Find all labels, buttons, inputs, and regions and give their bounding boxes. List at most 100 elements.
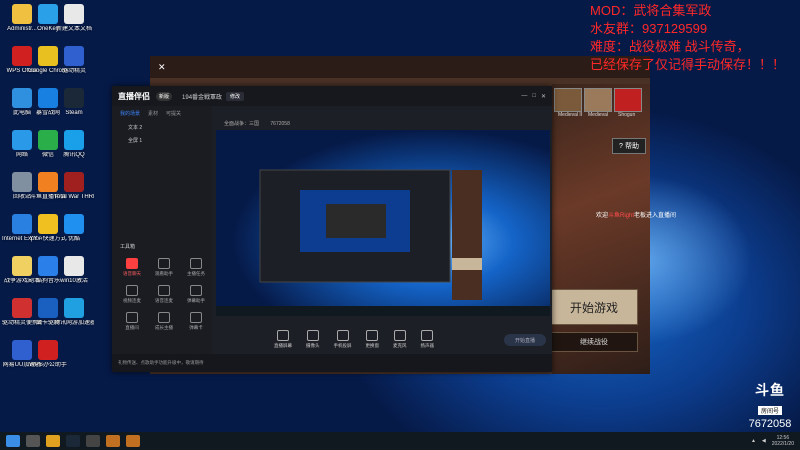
desktop-icon[interactable]: 新建文本文档 bbox=[54, 4, 94, 33]
desktop-icon[interactable]: WPS办公助手 bbox=[28, 340, 68, 369]
tool-label: 主播任务 bbox=[187, 271, 205, 276]
tool-item[interactable]: 视频连麦 bbox=[116, 285, 148, 304]
douyu-taskbar-icon[interactable] bbox=[106, 435, 120, 447]
preview-desktop-graphic bbox=[216, 130, 550, 316]
app-icon bbox=[64, 130, 84, 150]
douyu-taskbar-icon-2[interactable] bbox=[126, 435, 140, 447]
tool-icon bbox=[126, 312, 138, 323]
tool-icon bbox=[190, 285, 202, 296]
control-button[interactable]: 麦克风 bbox=[393, 329, 407, 349]
scene-item[interactable]: 文本 2 bbox=[112, 121, 212, 134]
network-icon[interactable]: ▲ bbox=[751, 438, 756, 444]
tool-icon bbox=[158, 312, 170, 323]
background-window-titlebar: ✕ bbox=[150, 56, 650, 78]
desktop-icon[interactable]: 驱动精灵 bbox=[54, 46, 94, 75]
game-thumb-2[interactable] bbox=[614, 88, 642, 112]
control-button[interactable]: 摄像头 bbox=[306, 329, 320, 349]
control-button[interactable]: 扬声器 bbox=[421, 329, 434, 349]
tab-my-scenes[interactable]: 我的场景 bbox=[120, 110, 140, 117]
chat-user: 斗鱼Right bbox=[608, 213, 635, 219]
desktop-icon-label: WPS办公助手 bbox=[29, 362, 67, 368]
app-icon bbox=[64, 298, 84, 318]
help-button[interactable]: ? 帮助 bbox=[612, 138, 646, 154]
app-titlebar: 直播伴侣 新版 194番金戦軍政 修改 — □ ✕ bbox=[112, 86, 552, 106]
tool-icon bbox=[190, 312, 202, 323]
control-label: 麦克风 bbox=[393, 342, 407, 348]
system-tray: ▲ ◀ 12:56 2022/1/20 bbox=[751, 435, 794, 447]
control-button[interactable]: 更换窗 bbox=[366, 329, 379, 349]
tool-icon bbox=[190, 258, 202, 269]
file-explorer-icon[interactable] bbox=[46, 435, 60, 447]
control-label: 直播屏幕 bbox=[274, 342, 292, 348]
control-button[interactable]: 直播屏幕 bbox=[274, 329, 292, 349]
tool-item[interactable]: 主播任务 bbox=[180, 258, 212, 277]
game-thumb-label-3: Shogun bbox=[618, 112, 636, 118]
tool-item[interactable]: 直播间 bbox=[116, 312, 148, 331]
tool-item[interactable]: 观看助手 bbox=[148, 258, 180, 277]
desktop-icon[interactable]: 腾讯网游加速器 bbox=[54, 298, 94, 327]
continue-campaign-button[interactable]: 继续战役 bbox=[550, 332, 638, 352]
overlay-mod-line: MOD：武将合集军政 bbox=[590, 3, 712, 18]
scene-item[interactable]: 全屏 1 bbox=[112, 134, 212, 147]
control-label: 摄像头 bbox=[306, 342, 320, 348]
app-icon bbox=[38, 340, 58, 360]
room-id: 7672058 bbox=[270, 121, 290, 127]
tool-item[interactable]: 语音连麦 bbox=[148, 285, 180, 304]
category-label[interactable]: 全面战争：三国 bbox=[224, 121, 259, 127]
status-message: 礼物传送、点歌助手功能升级中，敬请期待 bbox=[118, 360, 204, 365]
desktop-icon-label: 腾讯QQ bbox=[63, 152, 85, 158]
control-icon bbox=[393, 329, 406, 341]
control-button[interactable]: 手机投屏 bbox=[333, 329, 352, 349]
help-label: 帮助 bbox=[624, 143, 639, 150]
tool-item[interactable]: 弹幕助手 bbox=[180, 285, 212, 304]
edit-title-button[interactable]: 修改 bbox=[226, 91, 245, 101]
taskbar: ▲ ◀ 12:56 2022/1/20 bbox=[0, 432, 800, 450]
overlay-group-line: 水友群：937129599 bbox=[590, 21, 708, 36]
desktop-icon[interactable]: win10激活 bbox=[54, 256, 94, 285]
desktop-icon[interactable]: 优酷 bbox=[54, 214, 94, 243]
close-icon[interactable]: ✕ bbox=[541, 93, 546, 100]
game-taskbar-icon[interactable] bbox=[86, 435, 100, 447]
app-icon bbox=[64, 4, 84, 24]
clock[interactable]: 12:56 2022/1/20 bbox=[772, 435, 794, 447]
desktop-icon-label: 腾讯网游加速器 bbox=[54, 320, 94, 326]
start-icon[interactable] bbox=[6, 435, 20, 447]
tab-extra[interactable]: 可提关 bbox=[166, 110, 181, 117]
tool-label: 语音连麦 bbox=[155, 298, 173, 303]
toolbox-grid: 语音聊天 观看助手 主播任务视频连麦 语音连麦 弹幕助手直播间 成长主播 弹幕卡 bbox=[116, 258, 212, 331]
tool-item[interactable]: 语音聊天 bbox=[116, 258, 148, 277]
version-badge[interactable]: 新版 bbox=[156, 91, 173, 101]
steam-taskbar-icon[interactable] bbox=[66, 435, 80, 447]
game-thumb-label-2: Medieval bbox=[588, 112, 609, 118]
control-icon bbox=[336, 329, 349, 341]
tool-label: 弹幕助手 bbox=[187, 298, 205, 303]
control-label: 手机投屏 bbox=[333, 342, 352, 348]
minimize-icon[interactable]: — bbox=[521, 93, 527, 100]
toolbox-header: 工具箱 bbox=[120, 244, 136, 250]
chat-prefix: 欢迎 bbox=[596, 213, 609, 219]
game-thumb-0[interactable] bbox=[554, 88, 582, 112]
volume-icon[interactable]: ◀ bbox=[762, 438, 766, 444]
tool-item[interactable]: 弹幕卡 bbox=[180, 312, 212, 331]
maximize-icon[interactable]: □ bbox=[532, 93, 536, 100]
desktop-icon[interactable]: Steam bbox=[54, 88, 94, 117]
start-game-button[interactable]: 开始游戏 bbox=[550, 289, 638, 325]
app-icon bbox=[64, 256, 84, 276]
game-thumb-1[interactable] bbox=[584, 88, 612, 112]
desktop-icon[interactable]: 腾讯QQ bbox=[54, 130, 94, 159]
stream-preview bbox=[216, 130, 550, 316]
window-controls: — □ ✕ bbox=[521, 93, 546, 100]
app-icon bbox=[64, 88, 84, 108]
go-live-button[interactable]: 开始直播 bbox=[504, 334, 546, 346]
desktop-icon[interactable]: Total War THREE KI... bbox=[54, 172, 94, 201]
tool-item[interactable]: 成长主播 bbox=[148, 312, 180, 331]
task-view-icon[interactable] bbox=[26, 435, 40, 447]
status-bar: 礼物传送、点歌助手功能升级中，敬请期待 bbox=[112, 354, 552, 372]
tool-icon bbox=[158, 258, 170, 269]
desktop-icon-label: Steam bbox=[65, 110, 83, 116]
tool-icon bbox=[126, 258, 138, 269]
app-icon bbox=[64, 214, 84, 234]
tab-materials[interactable]: 素材 bbox=[148, 110, 158, 117]
tool-label: 语音聊天 bbox=[123, 271, 141, 276]
app-icon bbox=[64, 46, 84, 66]
